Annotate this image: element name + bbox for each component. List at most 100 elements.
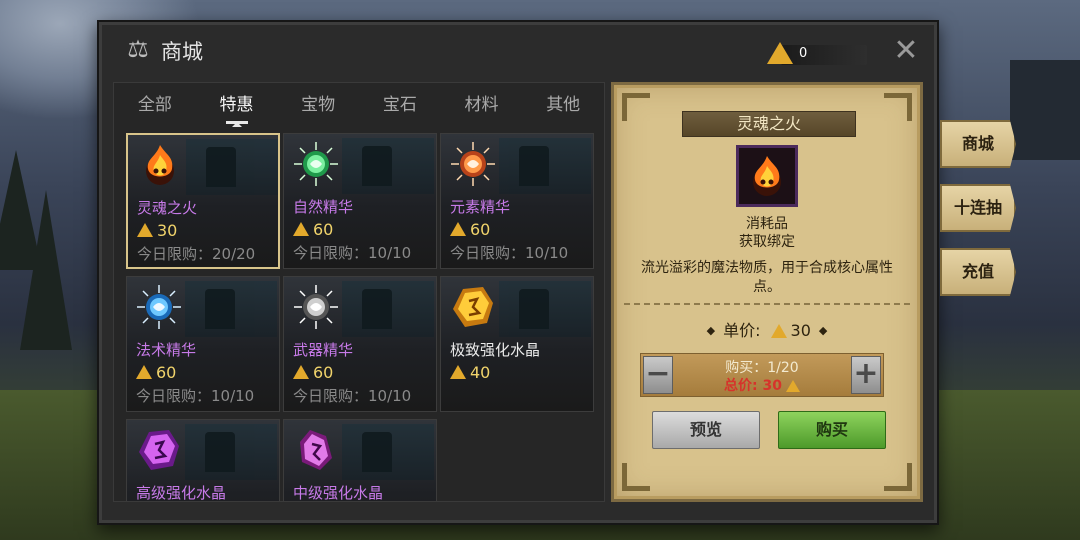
item-purchase-limit: 今日限购：10/10 — [136, 387, 255, 405]
shop-item[interactable]: 法术精华 60 今日限购：10/10 — [126, 276, 280, 412]
item-background — [185, 424, 277, 480]
nature-essence-icon — [294, 142, 338, 186]
item-price: 30 — [137, 221, 177, 240]
item-background — [499, 281, 591, 337]
gold-triangle-icon — [785, 380, 800, 392]
diamond-bullet-icon: ◆ — [818, 324, 828, 337]
side-tab-ten-draw[interactable]: 十连抽 — [940, 184, 1016, 232]
gold-triangle-icon — [450, 365, 466, 379]
diamond-bullet-icon: ◆ — [706, 324, 716, 337]
item-name: 灵魂之火 — [137, 199, 198, 217]
weapon-essence-icon — [294, 285, 338, 329]
item-price-value: 30 — [157, 221, 178, 240]
item-name: 武器精华 — [293, 341, 354, 359]
item-name: 高级强化水晶 — [136, 484, 227, 501]
buy-button[interactable]: 购买 — [778, 411, 886, 449]
item-background — [342, 424, 434, 480]
tab-materials[interactable]: 材料 — [441, 83, 523, 127]
item-price: 60 — [293, 363, 333, 382]
item-background — [342, 281, 434, 337]
intermediate-crystal-icon — [300, 430, 332, 470]
item-purchase-limit: 今日限购：10/10 — [293, 387, 412, 405]
item-name: 中级强化水晶 — [293, 484, 384, 501]
tab-other[interactable]: 其他 — [522, 83, 604, 127]
item-name: 极致强化水晶 — [450, 341, 541, 359]
total-price: 总价: 30 — [641, 375, 883, 395]
gold-triangle-icon — [136, 365, 152, 379]
gold-triangle-icon — [293, 365, 309, 379]
preview-button[interactable]: 预览 — [652, 411, 760, 449]
title-bar: ⚖ 商城 0 ✕ — [99, 22, 937, 82]
item-name: 元素精华 — [450, 198, 511, 216]
house-silhouette — [1010, 60, 1080, 160]
item-price: 40 — [450, 363, 490, 382]
ornament-corner — [884, 463, 912, 491]
tab-all[interactable]: 全部 — [114, 83, 196, 127]
gold-triangle-icon — [767, 42, 793, 64]
item-detail-panel: 灵魂之火 消耗品 获取绑定 流光溢彩的魔法物质，用于合成核心属性点。 ◆ 单价: 3… — [611, 82, 923, 502]
unit-price-row: ◆ 单价: 30 ◆ — [614, 317, 920, 341]
gold-triangle-icon — [450, 222, 466, 236]
item-price: 60 — [450, 220, 490, 239]
unit-price-value: 30 — [790, 321, 811, 340]
increase-quantity-button[interactable]: + — [851, 356, 881, 394]
shop-item[interactable]: 自然精华 60 今日限购：10/10 — [283, 133, 437, 269]
item-price-value: 40 — [470, 363, 491, 382]
ornament-corner — [622, 463, 650, 491]
item-purchase-limit: 今日限购：10/10 — [293, 244, 412, 262]
currency-display: 0 — [767, 42, 867, 66]
divider — [624, 303, 910, 305]
shop-item[interactable]: 极致强化水晶 40 — [440, 276, 594, 412]
shop-window: ⚖ 商城 0 ✕ 全部 特惠 宝物 宝石 材料 其他 灵魂之火 30 今日限购：… — [97, 20, 939, 525]
gold-triangle-icon — [293, 222, 309, 236]
item-background — [499, 138, 591, 194]
item-binding: 获取绑定 — [739, 234, 795, 250]
element-essence-icon — [451, 142, 495, 186]
item-purchase-limit: 今日限购：20/20 — [137, 245, 256, 263]
window-title: 商城 — [161, 40, 203, 64]
item-purchase-limit: 今日限购：10/10 — [450, 244, 569, 262]
scales-icon: ⚖ — [127, 35, 149, 63]
item-grid: 灵魂之火 30 今日限购：20/20 自然精华 60 今日限购：10/10 元素… — [126, 133, 596, 501]
item-background — [342, 138, 434, 194]
side-tab-shop[interactable]: 商城 — [940, 120, 1016, 168]
tab-treasure[interactable]: 宝物 — [277, 83, 359, 127]
currency-value: 0 — [799, 46, 808, 61]
total-price-value: 30 — [762, 378, 782, 394]
soul-fire-icon — [753, 156, 781, 196]
detail-title: 灵魂之火 — [682, 111, 856, 137]
category-tabs: 全部 特惠 宝物 宝石 材料 其他 — [114, 83, 604, 127]
item-price-value: 60 — [313, 363, 334, 382]
ornament-corner — [622, 93, 650, 121]
detail-item-frame — [736, 145, 798, 207]
item-name: 自然精华 — [293, 198, 354, 216]
item-price-value: 60 — [313, 220, 334, 239]
currency-bar — [781, 45, 867, 65]
shop-item[interactable]: 中级强化水晶 — [283, 419, 437, 501]
item-background — [185, 281, 277, 337]
item-list-panel: 全部 特惠 宝物 宝石 材料 其他 灵魂之火 30 今日限购：20/20 自然精… — [113, 82, 605, 502]
purchase-count: 购买：1/20 — [725, 360, 799, 376]
soul-fire-icon — [146, 145, 174, 185]
shop-item[interactable]: 武器精华 60 今日限购：10/10 — [283, 276, 437, 412]
tab-gems[interactable]: 宝石 — [359, 83, 441, 127]
item-price-value: 60 — [156, 363, 177, 382]
close-button[interactable]: ✕ — [891, 36, 921, 66]
item-name: 法术精华 — [136, 341, 197, 359]
item-price-value: 60 — [470, 220, 491, 239]
advanced-crystal-icon — [139, 430, 179, 470]
shop-item[interactable]: 元素精华 60 今日限购：10/10 — [440, 133, 594, 269]
shop-item[interactable]: 灵魂之火 30 今日限购：20/20 — [126, 133, 280, 269]
quantity-selector: − 购买：1/20 总价: 30 + — [640, 353, 884, 397]
shop-item[interactable]: 高级强化水晶 — [126, 419, 280, 501]
spell-essence-icon — [137, 285, 181, 329]
total-price-label: 总价: — [724, 378, 758, 394]
tree-silhouette — [20, 190, 72, 350]
item-background — [186, 139, 278, 195]
tab-special-offer[interactable]: 特惠 — [196, 83, 278, 127]
side-tab-recharge[interactable]: 充值 — [940, 248, 1016, 296]
ornament-corner — [884, 93, 912, 121]
unit-price-label: 单价: — [723, 321, 761, 340]
gold-triangle-icon — [137, 223, 153, 237]
item-type: 消耗品 — [746, 216, 788, 232]
